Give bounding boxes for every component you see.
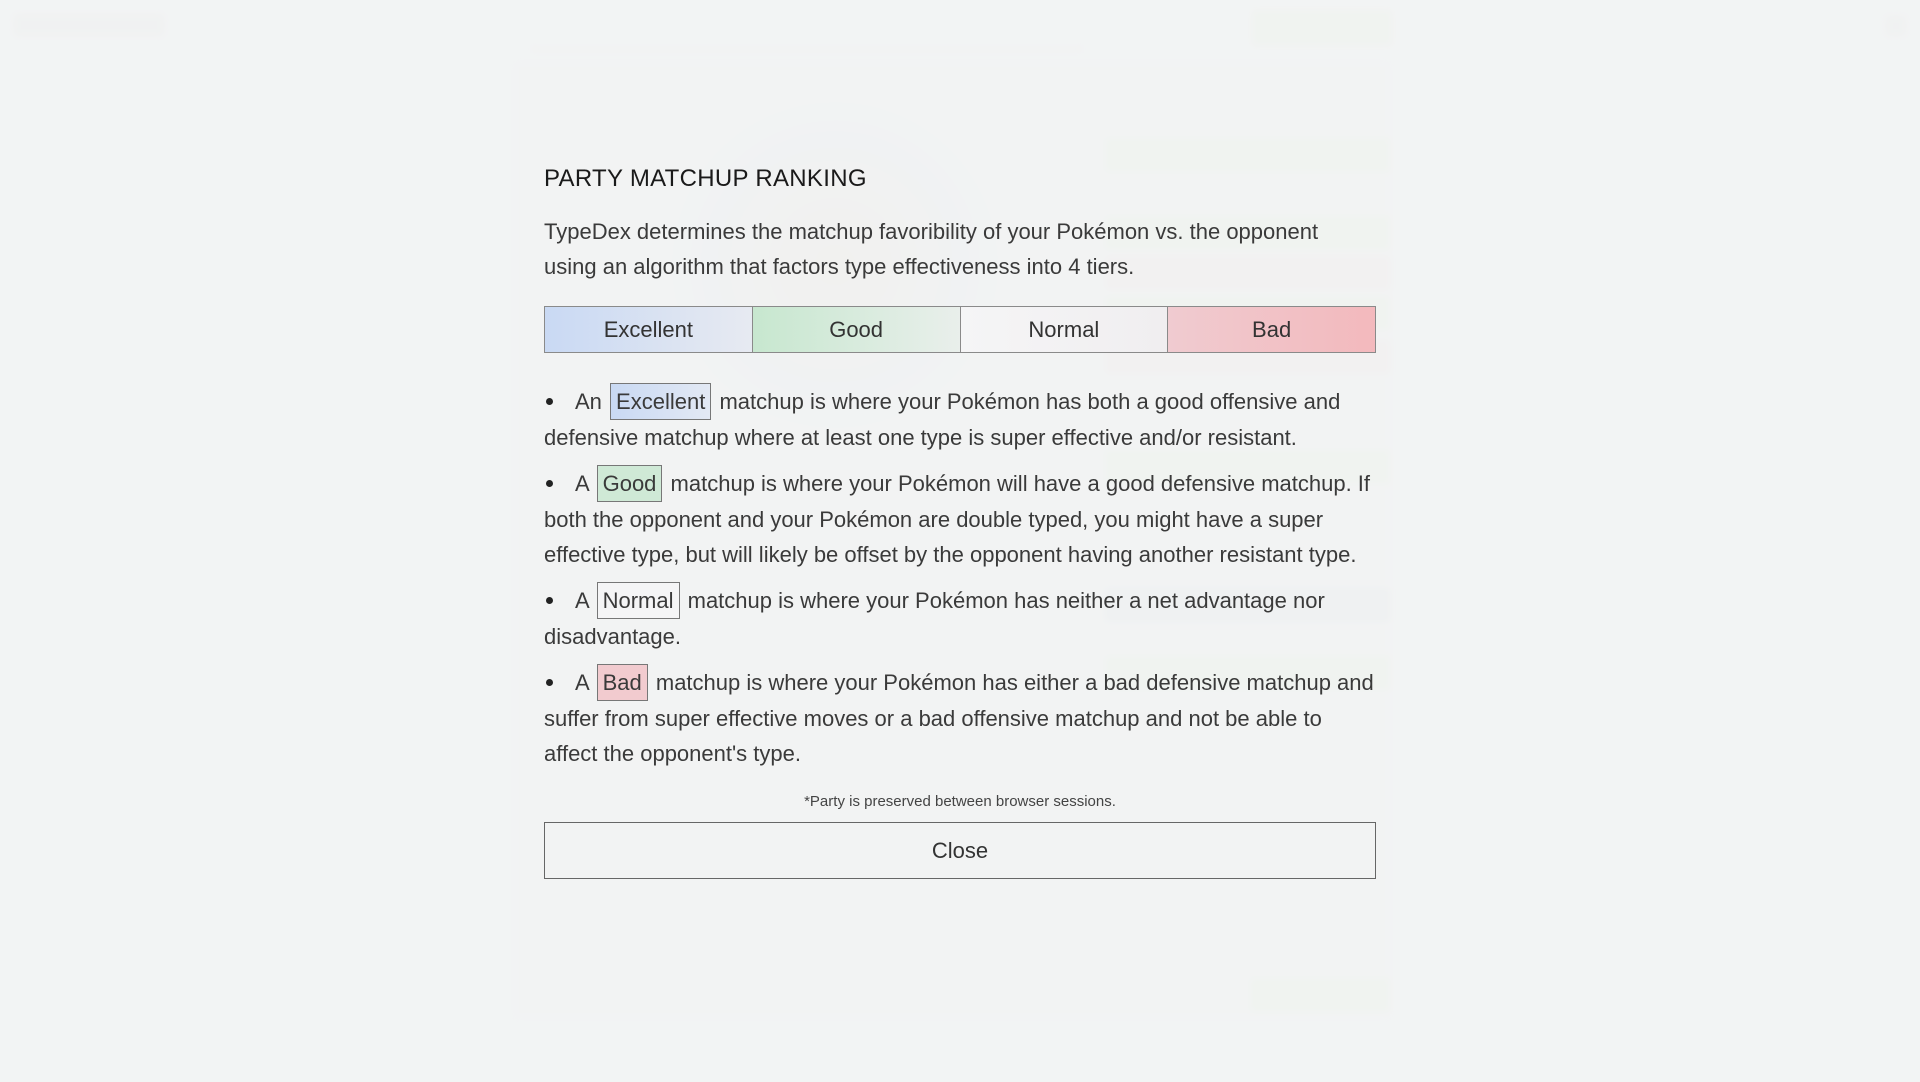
modal-title: PARTY MATCHUP RANKING bbox=[544, 165, 867, 192]
list-item-excellent: An Excellent matchup is where your Pokém… bbox=[544, 383, 1376, 455]
tier-normal: Normal bbox=[960, 307, 1169, 352]
tier-description-list: An Excellent matchup is where your Pokém… bbox=[544, 383, 1376, 771]
bullet-icon bbox=[546, 397, 553, 405]
bullet-icon bbox=[546, 678, 553, 686]
footnote: *Party is preserved between browser sess… bbox=[804, 793, 1116, 810]
matchup-ranking-modal: PARTY MATCHUP RANKING TypeDex determines… bbox=[544, 160, 1376, 879]
description-prefix: A bbox=[575, 471, 589, 496]
tag-good: Good bbox=[596, 465, 663, 502]
tier-legend: Excellent Good Normal Bad bbox=[544, 306, 1376, 353]
bullet-icon bbox=[546, 596, 553, 604]
description-prefix: A bbox=[575, 588, 589, 613]
description-text: matchup is where your Pokémon has either… bbox=[544, 670, 1374, 766]
tag-excellent: Excellent bbox=[610, 383, 712, 420]
close-button[interactable]: Close bbox=[544, 822, 1376, 879]
tier-bad: Bad bbox=[1168, 307, 1375, 352]
tag-bad: Bad bbox=[596, 664, 648, 701]
description-prefix: A bbox=[575, 670, 589, 695]
list-item-good: A Good matchup is where your Pokémon wil… bbox=[544, 465, 1376, 572]
list-item-normal: A Normal matchup is where your Pokémon h… bbox=[544, 582, 1376, 654]
description-prefix: An bbox=[575, 389, 602, 414]
tier-excellent: Excellent bbox=[545, 307, 753, 352]
tier-good: Good bbox=[752, 307, 961, 352]
bullet-icon bbox=[546, 479, 553, 487]
tag-normal: Normal bbox=[596, 582, 680, 619]
list-item-bad: A Bad matchup is where your Pokémon has … bbox=[544, 664, 1376, 771]
modal-intro-text: TypeDex determines the matchup favoribil… bbox=[544, 219, 1319, 279]
description-text: matchup is where your Pokémon will have … bbox=[544, 471, 1371, 567]
